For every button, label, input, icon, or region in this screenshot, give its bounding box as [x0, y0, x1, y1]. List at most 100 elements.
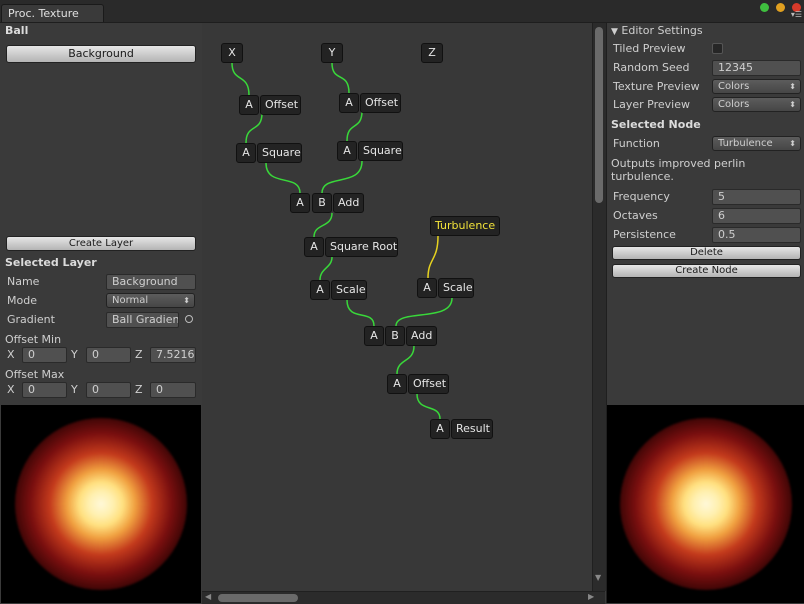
node-scale1[interactable]: Scale	[331, 280, 367, 300]
selected-layer-title: Selected Layer	[5, 256, 97, 269]
node-add1[interactable]: Add	[333, 193, 364, 213]
node-square1-input-a[interactable]: A	[236, 143, 256, 163]
offset-min-x-label: X	[7, 348, 15, 361]
menu-icon[interactable]: ▾☰	[791, 11, 802, 19]
tab-label: Proc. Texture	[8, 7, 79, 20]
node-graph-canvas[interactable]: X Y Z A Offset A Offset A Square A Squar…	[202, 23, 592, 591]
tiled-preview-label: Tiled Preview	[613, 42, 686, 55]
tiled-preview-checkbox[interactable]	[712, 43, 723, 54]
node-offset2[interactable]: Offset	[360, 93, 401, 113]
offset-min-y-label: Y	[71, 348, 78, 361]
editor-settings-foldout[interactable]: ▼ Editor Settings	[611, 24, 703, 37]
octaves-field[interactable]: 6	[712, 208, 801, 224]
offset-max-x-field[interactable]: 0	[22, 382, 67, 398]
offset-max-z-label: Z	[135, 383, 143, 396]
layer-preview-label: Layer Preview	[613, 98, 690, 111]
node-add2-input-b[interactable]: B	[385, 326, 405, 346]
horizontal-scroll-thumb[interactable]	[218, 594, 298, 602]
layer-background-button[interactable]: Background	[6, 45, 196, 63]
wire-turbulence-scale2	[427, 235, 439, 279]
texture-preview-value: Colors	[718, 81, 750, 92]
texture-preview-label: Texture Preview	[613, 80, 700, 93]
node-add1-input-a[interactable]: A	[290, 193, 310, 213]
node-result-input-a[interactable]: A	[430, 419, 450, 439]
node-offset1[interactable]: Offset	[260, 95, 301, 115]
node-square1[interactable]: Square	[257, 143, 302, 163]
title-bar: Proc. Texture ▾☰	[0, 0, 804, 23]
wire-offset2-square2	[346, 110, 363, 142]
scroll-right-arrow-icon[interactable]: ▶	[588, 592, 594, 601]
node-square2[interactable]: Square	[358, 141, 403, 161]
node-square2-input-a[interactable]: A	[337, 141, 357, 161]
dropdown-arrow-icon: ⬍	[183, 296, 190, 305]
node-add2[interactable]: Add	[406, 326, 437, 346]
wire-add1-sqrt	[313, 212, 333, 238]
persistence-field[interactable]: 0.5	[712, 227, 801, 243]
layer-preview-dropdown[interactable]: Colors ⬍	[712, 97, 801, 112]
random-seed-field[interactable]: 12345	[712, 60, 801, 76]
node-turbulence[interactable]: Turbulence	[430, 216, 500, 236]
frequency-label: Frequency	[613, 190, 670, 203]
node-add2-input-a[interactable]: A	[364, 326, 384, 346]
offset-max-x-label: X	[7, 383, 15, 396]
wire-square1-adda	[265, 162, 301, 194]
wire-scale1-add2a	[346, 299, 375, 327]
node-offset3[interactable]: Offset	[408, 374, 449, 394]
node-z[interactable]: Z	[421, 43, 443, 63]
function-dropdown[interactable]: Turbulence ⬍	[712, 136, 801, 151]
node-square-root[interactable]: Square Root	[325, 237, 398, 257]
create-node-button[interactable]: Create Node	[612, 264, 801, 278]
inspector-panel: ▼ Editor Settings Tiled Preview Random S…	[606, 23, 804, 603]
node-scale2[interactable]: Scale	[438, 278, 474, 298]
vertical-scroll-thumb[interactable]	[595, 27, 603, 203]
frequency-field[interactable]: 5	[712, 189, 801, 205]
layers-panel: Ball Background Create Layer Selected La…	[0, 23, 202, 603]
create-layer-button[interactable]: Create Layer	[6, 236, 196, 251]
dropdown-arrow-icon: ⬍	[789, 82, 796, 91]
offset-min-z-field[interactable]: 7.5216	[150, 347, 196, 363]
delete-node-button[interactable]: Delete	[612, 246, 801, 260]
offset-max-label: Offset Max	[5, 368, 65, 381]
gradient-field[interactable]: Ball Gradient	[106, 312, 179, 328]
layer-preview-value: Colors	[718, 99, 750, 110]
wire-y-offset2	[331, 62, 350, 94]
node-add1-input-b[interactable]: B	[312, 193, 332, 213]
node-offset2-input-a[interactable]: A	[339, 93, 359, 113]
node-offset1-input-a[interactable]: A	[239, 95, 259, 115]
scroll-left-arrow-icon[interactable]: ◀	[205, 592, 211, 601]
node-offset3-input-a[interactable]: A	[387, 374, 407, 394]
zoom-button[interactable]	[776, 3, 785, 12]
wire-sqrt-scale1	[319, 256, 333, 281]
editor-settings-title: Editor Settings	[621, 24, 703, 37]
scroll-down-arrow-icon[interactable]: ▼	[595, 573, 601, 582]
offset-max-z-field[interactable]: 0	[150, 382, 196, 398]
node-scale1-input-a[interactable]: A	[310, 280, 330, 300]
offset-max-y-field[interactable]: 0	[86, 382, 131, 398]
graph-vertical-scrollbar[interactable]: ▼	[592, 23, 606, 591]
node-y[interactable]: Y	[321, 43, 343, 63]
wire-x-offset1	[231, 62, 250, 96]
offset-min-x-field[interactable]: 0	[22, 347, 67, 363]
node-scale2-input-a[interactable]: A	[417, 278, 437, 298]
texture-preview-image	[607, 405, 804, 603]
texture-name: Ball	[5, 24, 29, 37]
random-seed-label: Random Seed	[613, 61, 690, 74]
persistence-label: Persistence	[613, 228, 676, 241]
graph-horizontal-scrollbar[interactable]: ◀ ▶	[202, 591, 605, 604]
node-x[interactable]: X	[221, 43, 243, 63]
tab-proc-texture[interactable]: Proc. Texture	[1, 4, 104, 22]
wire-add2-offset3	[396, 345, 415, 375]
node-result[interactable]: Result	[451, 419, 493, 439]
name-field[interactable]: Background	[106, 274, 196, 290]
minimize-button[interactable]	[760, 3, 769, 12]
object-picker-icon[interactable]	[185, 315, 193, 323]
gradient-label: Gradient	[7, 313, 55, 326]
offset-min-y-field[interactable]: 0	[86, 347, 131, 363]
texture-preview-dropdown[interactable]: Colors ⬍	[712, 79, 801, 94]
wire-offset1-square1	[245, 112, 263, 144]
octaves-label: Octaves	[613, 209, 658, 222]
mode-dropdown[interactable]: Normal ⬍	[106, 293, 195, 308]
dropdown-arrow-icon: ⬍	[789, 139, 796, 148]
node-sqrt-input-a[interactable]: A	[304, 237, 324, 257]
node-description-line1: Outputs improved perlin	[611, 157, 746, 170]
